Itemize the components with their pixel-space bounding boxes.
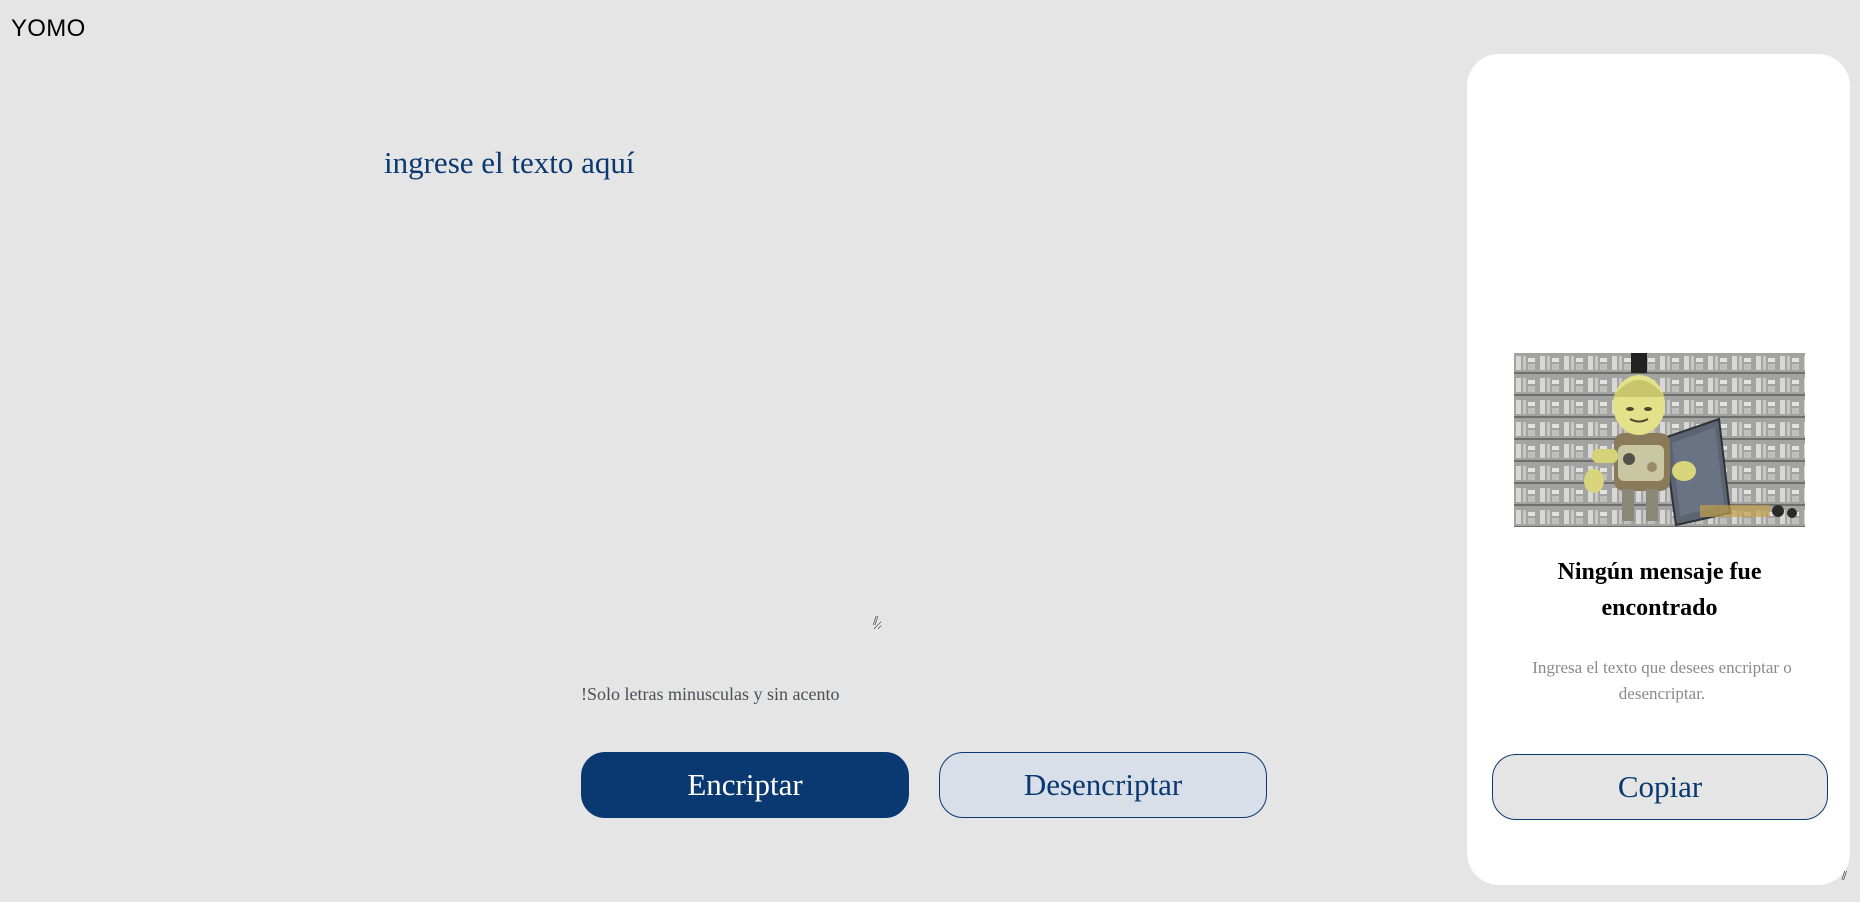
resize-grip-icon[interactable]: ⫽ (873, 614, 878, 629)
empty-state-title: Ningún mensaje fue encontrado (1557, 559, 1762, 621)
robot-illustration (1514, 353, 1805, 527)
hint-text: !Solo letras minusculas y sin acento (581, 684, 840, 704)
encrypt-button[interactable]: Encriptar (581, 752, 909, 818)
output-panel: Ningún mensaje fue encontrado Ingresa el… (1467, 54, 1850, 885)
message-input[interactable] (380, 145, 882, 630)
logo: YOMO (11, 15, 86, 42)
decrypt-button[interactable]: Desencriptar (939, 752, 1267, 818)
copy-button[interactable]: Copiar (1492, 754, 1828, 820)
resize-grip-icon[interactable]: ⫽ (1842, 869, 1847, 884)
empty-state-subtitle: Ingresa el texto que desees encriptar o … (1532, 658, 1792, 703)
